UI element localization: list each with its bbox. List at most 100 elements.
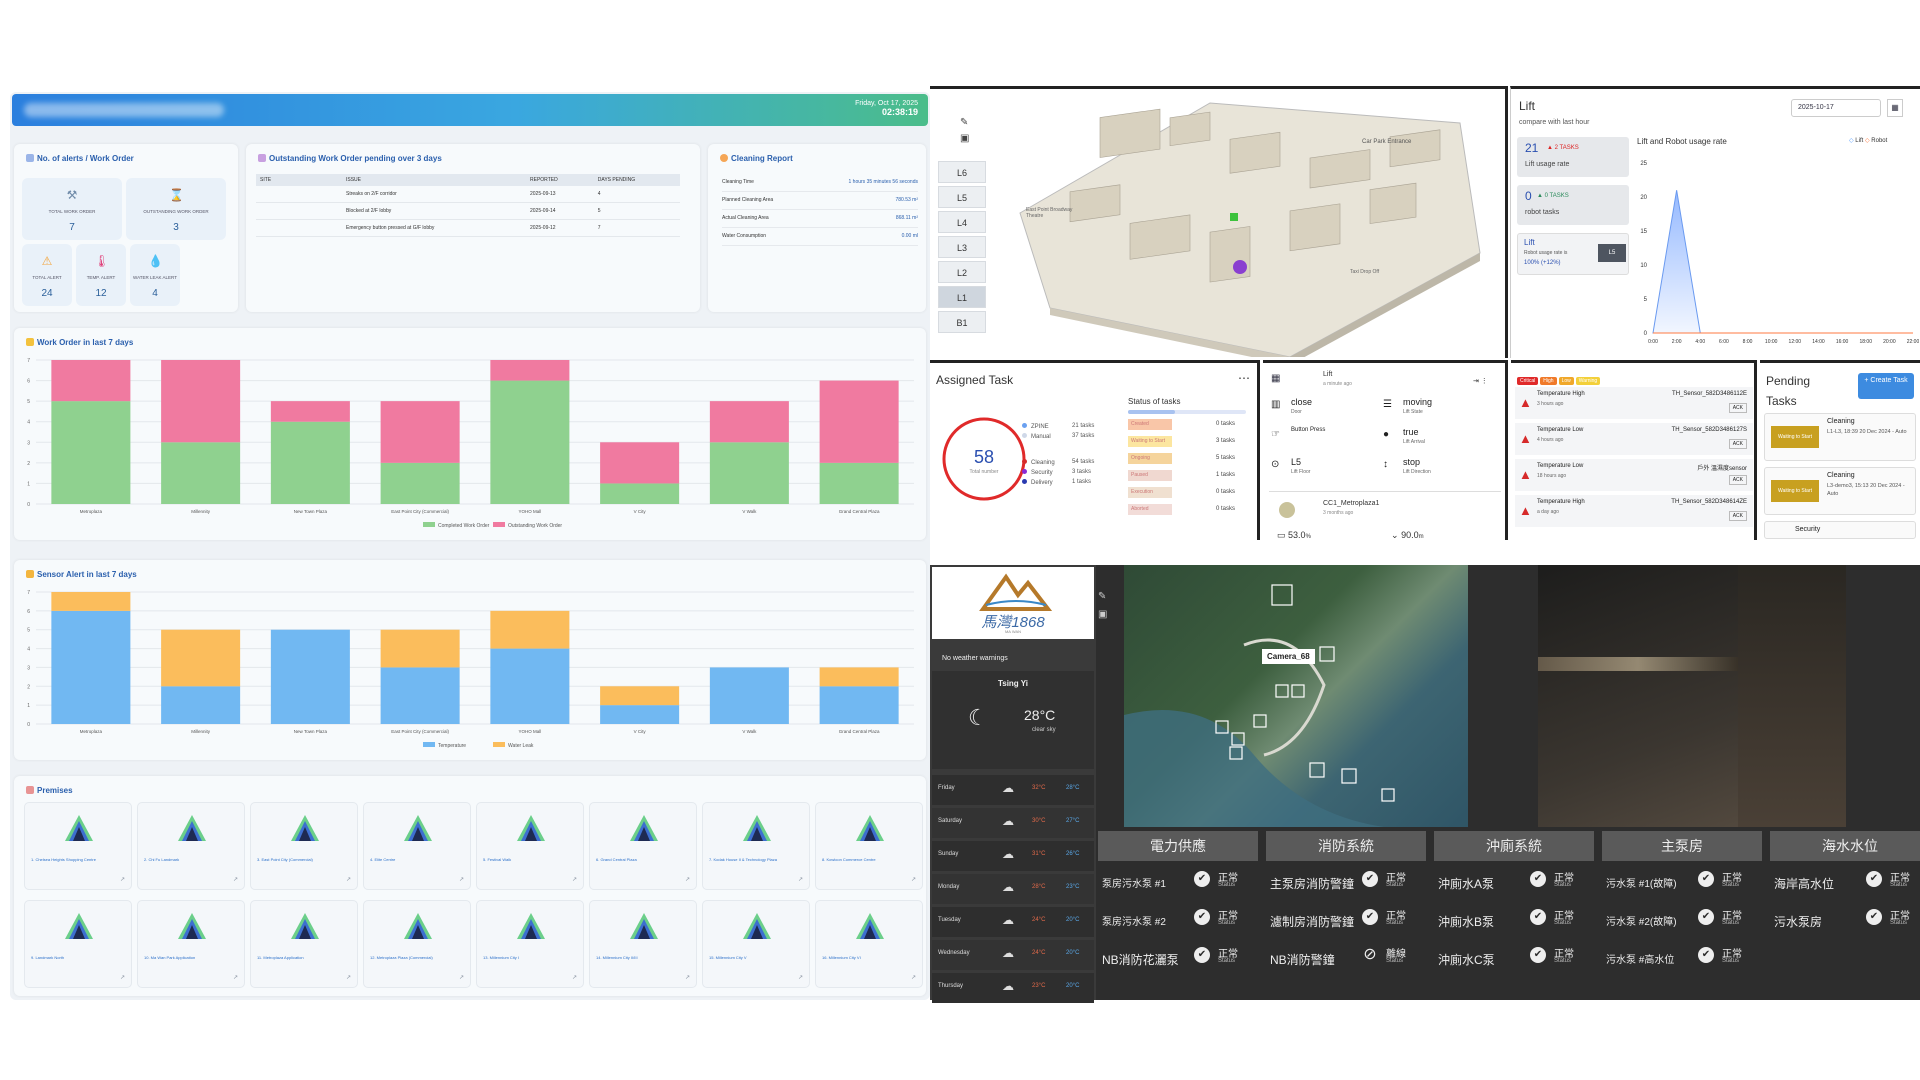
filter-tag-high[interactable]: High [1540, 377, 1557, 385]
pending-task-card[interactable]: Waiting to Start Cleaning L1-L3, 18:39 20 … [1764, 413, 1916, 461]
arrow-icon[interactable]: ↗ [233, 876, 238, 883]
arrow-icon[interactable]: ↗ [459, 876, 464, 883]
outstanding-card: Outstanding Work Order pending over 3 da… [246, 144, 700, 312]
arrow-icon[interactable]: ↗ [346, 974, 351, 981]
arrow-icon[interactable]: ↗ [572, 974, 577, 981]
table-row[interactable]: Streaks on 2/F corridor 2025-09-13 4 [256, 186, 680, 203]
status-count: 0 tasks [1216, 489, 1236, 495]
arrow-icon[interactable]: ↗ [120, 974, 125, 981]
ack-button[interactable]: ACK [1728, 511, 1747, 521]
edit-icon[interactable]: ✎ [960, 117, 968, 128]
alert-item[interactable]: ▲ Temperature High a day ago TH_Sensor_582D… [1515, 495, 1753, 527]
arrow-icon[interactable]: ↗ [798, 876, 803, 883]
arrow-icon[interactable]: ↗ [459, 974, 464, 981]
premise-logo [404, 913, 432, 939]
edit-icon[interactable]: ✎ [1098, 591, 1106, 602]
premise-card[interactable]: 15. Millennium City V ↗ [702, 900, 810, 988]
system-header[interactable]: 主泵房 [1602, 831, 1762, 861]
ack-button[interactable]: ACK [1728, 439, 1747, 449]
save-icon[interactable]: ▣ [1098, 609, 1107, 620]
kpi-outstanding-work-order[interactable]: ⌛ OUTSTANDING WORK ORDER 3 [126, 178, 226, 240]
y-tick-label: 3 [27, 665, 30, 671]
more-menu-icon[interactable]: ⋯ [1238, 371, 1250, 385]
arrow-icon[interactable]: ↗ [685, 876, 690, 883]
ack-button[interactable]: ACK [1728, 475, 1747, 485]
premise-card[interactable]: 11. Metroplaza Application ↗ [250, 900, 358, 988]
arrow-icon[interactable]: ↗ [685, 974, 690, 981]
floor-3d-map[interactable] [990, 93, 1502, 357]
table-row[interactable]: Blocked at 2/F lobby 2025-09-14 5 [256, 202, 680, 220]
arrow-icon[interactable]: ↗ [798, 974, 803, 981]
x-tick-label: 14:00 [1812, 339, 1825, 345]
floor-tab-l4[interactable]: L4 [938, 211, 986, 233]
premise-card[interactable]: 6. Grand Central Plaza ↗ [589, 802, 697, 890]
filter-tag-critical[interactable]: Critical [1517, 377, 1539, 385]
pending-task-type: Cleaning [1827, 472, 1855, 479]
system-status-label: Status [1218, 882, 1236, 888]
system-header[interactable]: 海水水位 [1770, 831, 1920, 861]
arrow-icon[interactable]: ↗ [911, 876, 916, 883]
kpi-total-work-order[interactable]: ⚒ TOTAL WORK ORDER 7 [22, 178, 122, 240]
floor-tab-l3[interactable]: L3 [938, 236, 986, 258]
waiting-badge: Waiting to Start [1771, 426, 1819, 448]
filter-tag-warning[interactable]: Warning [1575, 377, 1601, 385]
ack-button[interactable]: ACK [1728, 403, 1747, 413]
alert-item[interactable]: ▲ Temperature High 3 hours ago TH_Sensor_58… [1515, 387, 1753, 419]
header-date: Friday, Oct 17, 2025 [855, 100, 918, 107]
arrow-icon[interactable]: ↗ [120, 876, 125, 883]
robot-row[interactable]: CC1_Metroplaza1 3 months ago ▭ 53.0% ⌄ 9… [1269, 491, 1501, 543]
alert-item[interactable]: ▲ Temperature Low 4 hours ago TH_Sensor_582… [1515, 423, 1753, 455]
system-header[interactable]: 電力供應 [1098, 831, 1258, 861]
state-icon: ☰ [1383, 399, 1392, 410]
premise-card[interactable]: 8. Kowloon Commerce Centre ↗ [815, 802, 923, 890]
premise-card[interactable]: 16. Millennium City VI ↗ [815, 900, 923, 988]
floor-tab-l6[interactable]: L6 [938, 161, 986, 183]
sensor-chart-card: Sensor Alert in last 7 days 0 1 2 3 4 5 6 7 Metr… [14, 560, 926, 760]
floor-tab-b1[interactable]: B1 [938, 311, 986, 333]
lift-state-actions[interactable]: ⇥ ⋮ [1473, 377, 1488, 385]
forecast-low: 20°C [1066, 983, 1080, 989]
system-header[interactable]: 消防系統 [1266, 831, 1426, 861]
aerial-map[interactable]: Camera_68 [1124, 565, 1468, 827]
arrow-icon[interactable]: ↗ [572, 876, 577, 883]
floor-tab-l1[interactable]: L1 [938, 286, 986, 308]
premise-card[interactable]: 9. Landmark North ↗ [24, 900, 132, 988]
camera-label[interactable]: Camera_68 [1262, 649, 1315, 664]
save-icon[interactable]: ▣ [960, 133, 969, 144]
calendar-icon[interactable]: ▦ [1887, 99, 1903, 117]
system-header[interactable]: 沖廁系統 [1434, 831, 1594, 861]
floor-tab-l5[interactable]: L5 [938, 186, 986, 208]
premise-name: 5. Festival Walk [483, 857, 512, 862]
premise-card[interactable]: 14. Millennium City II/III ↗ [589, 900, 697, 988]
arrow-icon[interactable]: ↗ [346, 876, 351, 883]
premise-card[interactable]: 12. Metroplaza Plaza (Commercial) ↗ [363, 900, 471, 988]
table-row[interactable]: Emergency button pressed at G/F lobby 202… [256, 219, 680, 237]
floor-tab-l2[interactable]: L2 [938, 261, 986, 283]
kpi-temp-alert[interactable]: 🌡 TEMP. ALERT 12 [76, 244, 126, 306]
arrow-icon[interactable]: ↗ [233, 974, 238, 981]
premise-card[interactable]: 3. East Point City (Commercial) ↗ [250, 802, 358, 890]
premise-logo [856, 815, 884, 841]
kpi-total-alert[interactable]: ⚠ TOTAL ALERT 24 [22, 244, 72, 306]
cleaning-row: Planned Cleaning Area 780.53 m² [722, 190, 918, 210]
lift-date-input[interactable]: 2025-10-17 [1791, 99, 1881, 117]
premise-card[interactable]: 5. Festival Walk ↗ [476, 802, 584, 890]
premise-card[interactable]: 10. Ma Wan Park Application ↗ [137, 900, 245, 988]
pending-task-card[interactable]: Security [1764, 521, 1916, 539]
systems-panel: 電力供應 泵房污水泵 #1 ✔ 正常 Status 泵房污水泵 #2 ✔ 正常 Status NB… [1096, 827, 1920, 1000]
premise-name: 14. Millennium City II/III [596, 955, 638, 960]
x-tick-label: New Town Plaza [294, 509, 328, 514]
premise-card[interactable]: 13. Millennium City I ↗ [476, 900, 584, 988]
premise-card[interactable]: 2. Chi Fu Landmark ↗ [137, 802, 245, 890]
pending-task-card[interactable]: Waiting to Start Cleaning L3-demo3, 15:13 … [1764, 467, 1916, 515]
create-task-button[interactable]: + Create Task [1858, 373, 1914, 399]
arrow-icon[interactable]: ↗ [911, 974, 916, 981]
premise-card[interactable]: 4. Elite Centre ↗ [363, 802, 471, 890]
camera-video[interactable] [1538, 565, 1846, 827]
alert-item[interactable]: ▲ Temperature Low 18 hours ago 戶外 溫濕度sensor… [1515, 459, 1753, 491]
premise-card[interactable]: 1. Chelsea Heights Shopping Centre ↗ [24, 802, 132, 890]
premise-card[interactable]: 7. Kodak House II & Technology Plaza ↗ [702, 802, 810, 890]
alert-sensor: TH_Sensor_582D3486112E [1672, 391, 1747, 397]
filter-tag-low[interactable]: Low [1558, 377, 1574, 385]
kpi-water-leak-alert[interactable]: 💧 WATER LEAK ALERT 4 [130, 244, 180, 306]
